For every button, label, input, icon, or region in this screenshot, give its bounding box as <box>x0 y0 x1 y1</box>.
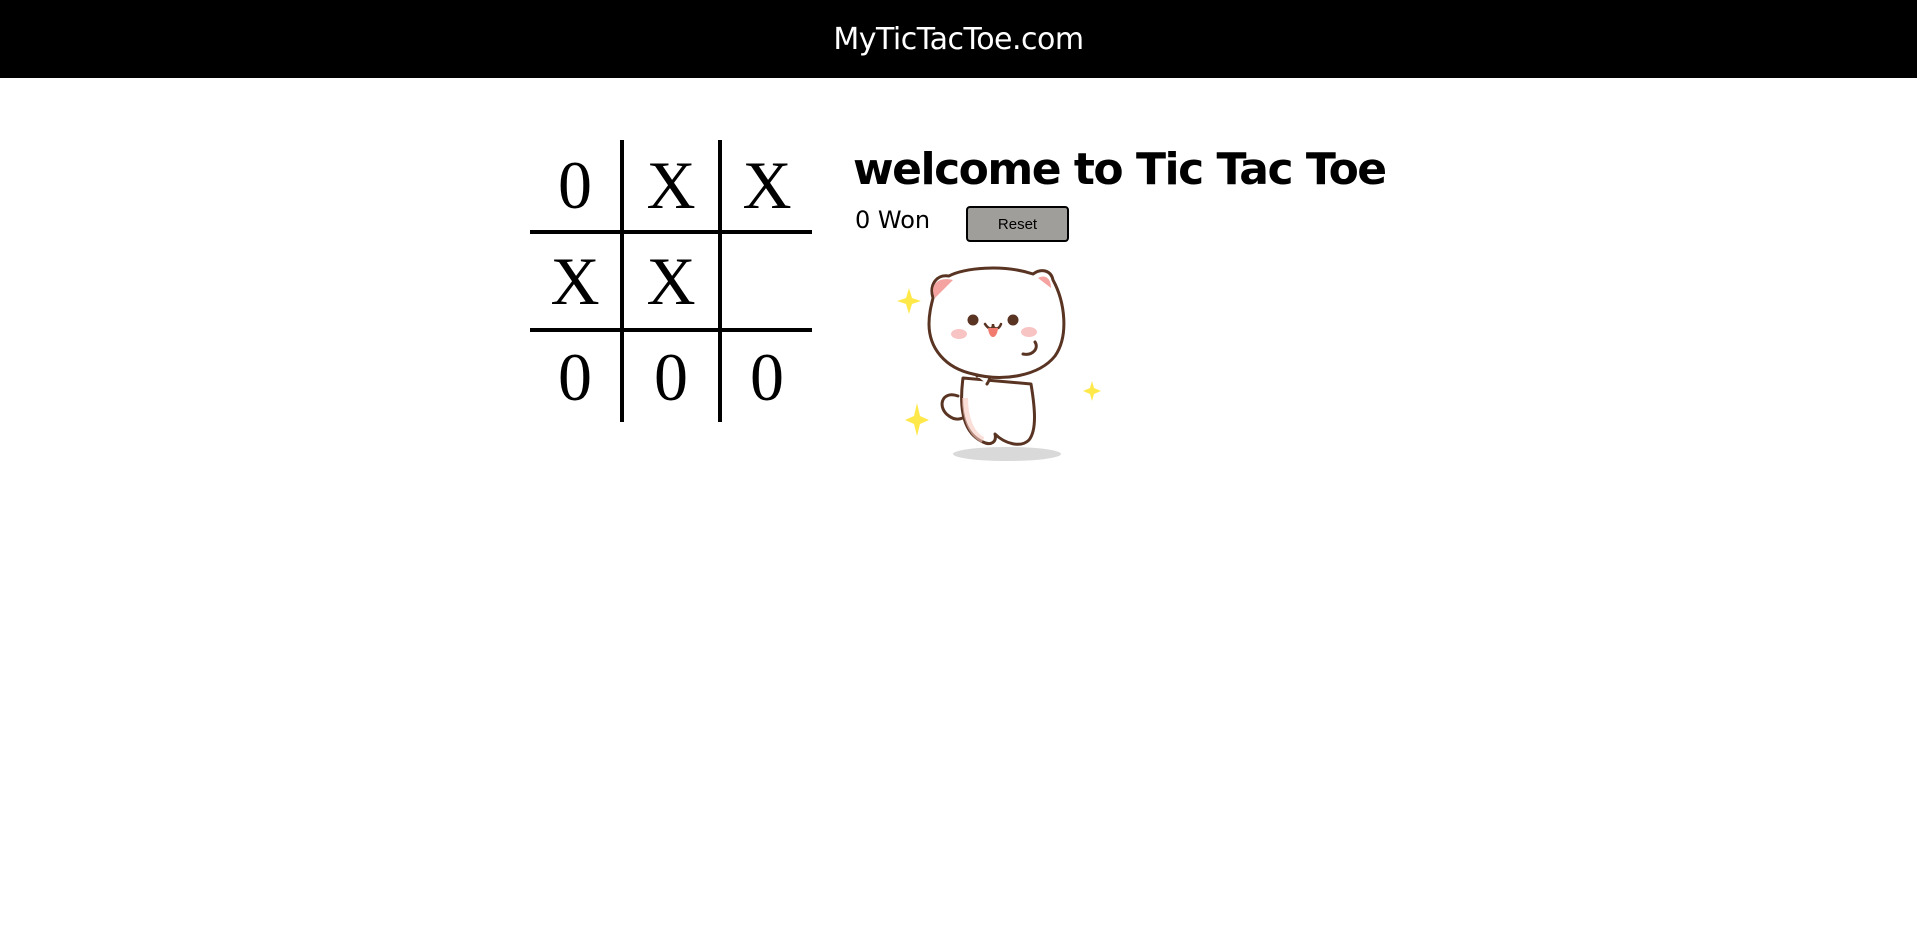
game-status: 0 Won <box>855 206 931 234</box>
board-cell-0[interactable]: 0 <box>530 140 624 234</box>
dancing-cat-icon <box>893 258 1111 468</box>
board-cell-6[interactable]: 0 <box>530 328 624 422</box>
status-row: 0 Won Reset <box>853 204 1153 244</box>
navbar: MyTicTacToe.com <box>0 0 1917 78</box>
site-title: MyTicTacToe.com <box>833 21 1084 57</box>
board-cell-1[interactable]: X <box>624 140 718 234</box>
welcome-heading: welcome to Tic Tac Toe <box>853 144 1387 195</box>
board-cell-8[interactable]: 0 <box>718 328 812 422</box>
board-cell-3[interactable]: X <box>530 234 624 328</box>
board-cell-7[interactable]: 0 <box>624 328 718 422</box>
board-cell-5[interactable] <box>718 234 812 328</box>
board-cell-2[interactable]: X <box>718 140 812 234</box>
info-panel: welcome to Tic Tac Toe 0 Won Reset <box>853 140 1387 242</box>
reset-button[interactable]: Reset <box>966 206 1069 242</box>
game-board: 0 X X X X 0 0 0 <box>530 140 812 422</box>
board-cell-4[interactable]: X <box>624 234 718 328</box>
